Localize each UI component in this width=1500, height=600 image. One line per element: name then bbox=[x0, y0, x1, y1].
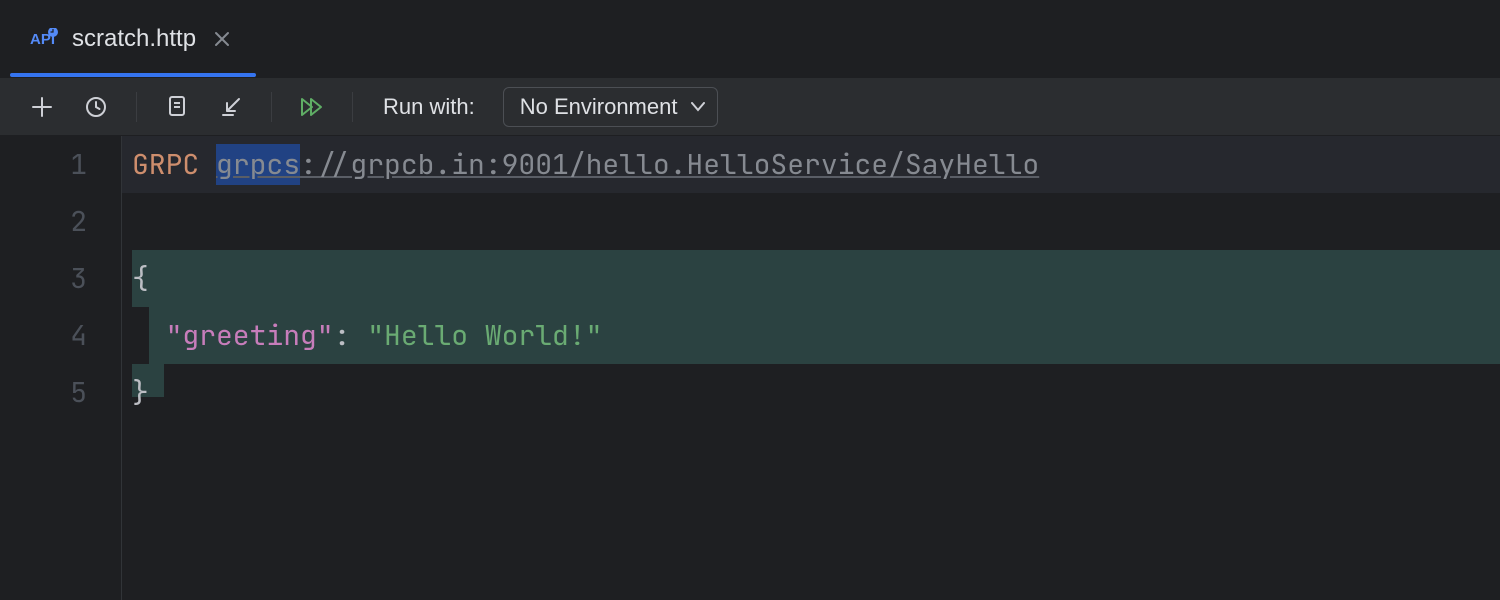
json-colon: : bbox=[334, 317, 351, 354]
json-key: "greeting" bbox=[166, 317, 334, 354]
chevron-down-icon bbox=[691, 102, 705, 112]
line-number: 5 bbox=[0, 364, 87, 421]
json-brace-close: } bbox=[132, 374, 149, 411]
examples-button[interactable] bbox=[161, 91, 193, 123]
line-gutter: 1 2 3 4 5 bbox=[0, 136, 122, 600]
tab-scratch-http[interactable]: API scratch.http bbox=[0, 0, 256, 77]
run-all-button[interactable] bbox=[296, 91, 328, 123]
tabbar: API scratch.http bbox=[0, 0, 1500, 78]
toolbar-separator bbox=[352, 92, 353, 122]
code-editor[interactable]: 1 2 3 4 5 GRPC grpcs://grpcb.in:9001/hel… bbox=[0, 136, 1500, 600]
tab-label: scratch.http bbox=[72, 25, 196, 53]
code-line-3[interactable]: { bbox=[122, 250, 1500, 307]
json-brace-open: { bbox=[132, 260, 149, 297]
selection-scheme: grpcs bbox=[216, 144, 300, 185]
code-line-1[interactable]: GRPC grpcs://grpcb.in:9001/hello.HelloSe… bbox=[122, 136, 1500, 193]
code-line-4[interactable]: "greeting": "Hello World!" bbox=[122, 307, 1500, 364]
line-number: 3 bbox=[0, 250, 87, 307]
url-rest: ://grpcb.in:9001/hello.HelloService/SayH… bbox=[300, 146, 1039, 183]
add-request-button[interactable] bbox=[26, 91, 58, 123]
run-with-label: Run with: bbox=[383, 94, 475, 120]
import-button[interactable] bbox=[215, 91, 247, 123]
environment-dropdown[interactable]: No Environment bbox=[503, 87, 719, 127]
toolbar-separator bbox=[271, 92, 272, 122]
history-button[interactable] bbox=[80, 91, 112, 123]
environment-value: No Environment bbox=[520, 94, 678, 120]
close-icon[interactable] bbox=[210, 27, 234, 51]
json-value: "Hello World!" bbox=[367, 317, 602, 354]
code-area[interactable]: GRPC grpcs://grpcb.in:9001/hello.HelloSe… bbox=[122, 136, 1500, 600]
editor-toolbar: Run with: No Environment bbox=[0, 78, 1500, 136]
api-file-icon: API bbox=[30, 28, 58, 50]
code-line-5[interactable]: } bbox=[122, 364, 1500, 421]
line-number: 1 bbox=[0, 136, 87, 193]
line-number: 2 bbox=[0, 193, 87, 250]
line-number: 4 bbox=[0, 307, 87, 364]
request-url: grpcs://grpcb.in:9001/hello.HelloService… bbox=[216, 144, 1039, 185]
request-method: GRPC bbox=[132, 146, 199, 183]
code-line-2[interactable] bbox=[122, 193, 1500, 250]
toolbar-separator bbox=[136, 92, 137, 122]
